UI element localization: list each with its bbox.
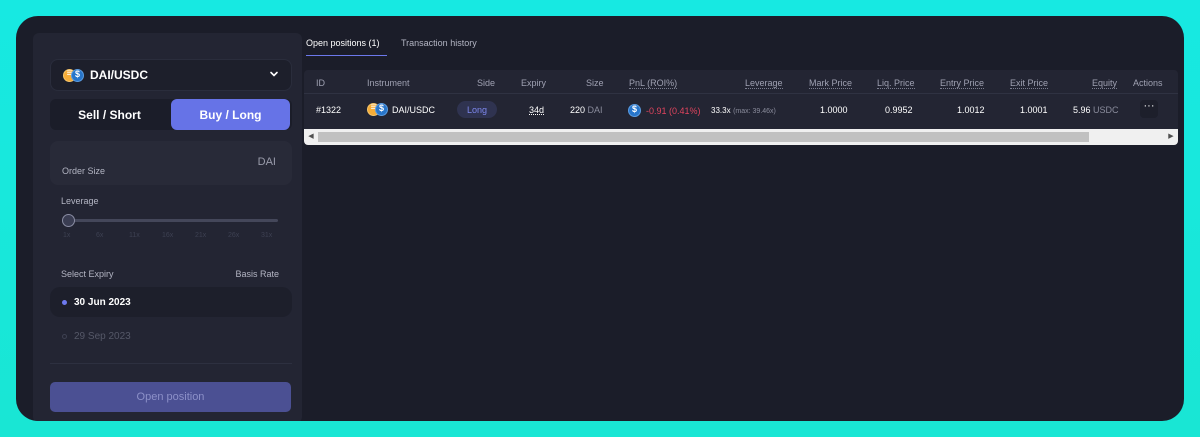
leverage-slider-track[interactable] [63, 219, 278, 222]
col-entry-price: Entry Price [940, 78, 985, 89]
usdc-coin-icon [71, 68, 84, 82]
leverage-tick: 26x [228, 232, 240, 239]
open-position-button[interactable]: Open position [50, 382, 291, 412]
position-size: 220 DAI [570, 105, 603, 115]
trade-panel: DAI/USDC Sell / Short Buy / Long Order S… [33, 33, 302, 421]
table-row[interactable]: #1322 DAI/USDC Long 34d 220 DAI -0.91 (0… [304, 95, 1178, 125]
side-badge: Long [457, 101, 497, 118]
position-entry-price: 1.0012 [957, 105, 985, 115]
sell-short-button[interactable]: Sell / Short [50, 99, 169, 130]
col-exit-price: Exit Price [1010, 78, 1049, 89]
order-size-unit: DAI [257, 156, 276, 168]
leverage-max: (max: 39.46x) [733, 108, 776, 115]
col-mark-price: Mark Price [809, 78, 853, 89]
tab-open-positions[interactable]: Open positions (1) [306, 36, 387, 56]
size-unit: DAI [587, 105, 603, 115]
usdc-coin-icon [375, 103, 388, 116]
leverage-tick: 6x [96, 232, 104, 239]
pnl-value: -0.91 (0.41%) [646, 105, 701, 116]
col-equity: Equity [1092, 78, 1118, 89]
equity-unit: USDC [1093, 105, 1119, 115]
expiry-option-label: 30 Jun 2023 [74, 296, 131, 308]
col-liq-price: Liq. Price [877, 78, 915, 89]
leverage-tick: 11x [129, 232, 140, 239]
leverage-tick: 16x [162, 232, 174, 239]
expiry-option-label: 29 Sep 2023 [74, 330, 131, 342]
basis-rate-label: Basis Rate [235, 269, 279, 279]
pair-select-label: DAI/USDC [90, 68, 149, 82]
leverage-tick: 21x [195, 232, 207, 239]
col-instrument: Instrument [367, 78, 410, 88]
scroll-right-icon[interactable]: ▶ [1166, 132, 1176, 142]
col-size: Size [586, 78, 604, 88]
order-size-label: Order Size [62, 166, 106, 176]
col-leverage: Leverage [745, 78, 783, 89]
order-size-field[interactable]: Order Size DAI [50, 141, 292, 185]
expiry-option-selected[interactable]: 30 Jun 2023 [50, 287, 292, 317]
position-instrument: DAI/USDC [367, 102, 436, 116]
position-exit-price: 1.0001 [1020, 105, 1048, 115]
leverage-slider-thumb[interactable] [62, 214, 75, 227]
expiry-option[interactable]: 29 Sep 2023 [50, 321, 292, 351]
position-mark-price: 1.0000 [820, 105, 848, 115]
equity-value: 5.96 [1073, 105, 1091, 115]
scroll-left-icon[interactable]: ◀ [306, 132, 316, 142]
leverage-label: Leverage [61, 196, 99, 206]
leverage-tick: 31x [261, 232, 273, 239]
position-id: #1322 [316, 105, 342, 115]
position-expiry: 34d [529, 105, 545, 115]
col-pnl: PnL (ROI%) [629, 78, 678, 89]
horizontal-scrollbar[interactable]: ◀ ▶ [304, 129, 1178, 145]
col-id: ID [316, 78, 325, 88]
usdc-coin-icon [628, 104, 641, 117]
position-pnl: -0.91 (0.41%) [628, 104, 701, 117]
expiry-header: Select Expiry Basis Rate [61, 269, 279, 279]
pair-select[interactable]: DAI/USDC [50, 59, 292, 91]
table-header: ID Instrument Side Expiry Size PnL (ROI%… [304, 70, 1178, 94]
position-equity: 5.96 USDC [1073, 105, 1119, 115]
radio-unselected-icon [62, 333, 67, 339]
leverage-ticks: 1x 6x 11x 16x 21x 26x 31x [61, 232, 281, 242]
col-side: Side [477, 78, 496, 88]
scrollbar-thumb[interactable] [318, 132, 1089, 142]
size-value: 220 [570, 105, 586, 115]
tab-transaction-history[interactable]: Transaction history [401, 36, 477, 56]
side-toggle: Sell / Short Buy / Long [50, 99, 292, 130]
leverage-tick: 1x [63, 232, 71, 239]
instrument-label: DAI/USDC [392, 104, 436, 115]
divider [50, 363, 292, 364]
more-actions-button[interactable]: ··· [1140, 100, 1158, 118]
col-expiry: Expiry [521, 78, 547, 88]
radio-selected-icon [62, 299, 67, 305]
chevron-down-icon [270, 71, 278, 77]
select-expiry-label: Select Expiry [61, 269, 114, 279]
position-liq-price: 0.9952 [885, 105, 913, 115]
buy-long-button[interactable]: Buy / Long [171, 99, 290, 130]
position-leverage: 33.3x (max: 39.46x) [711, 105, 776, 115]
app-window: DAI/USDC Sell / Short Buy / Long Order S… [16, 16, 1184, 421]
leverage-value: 33.3x [711, 106, 731, 115]
col-actions: Actions [1133, 78, 1163, 88]
